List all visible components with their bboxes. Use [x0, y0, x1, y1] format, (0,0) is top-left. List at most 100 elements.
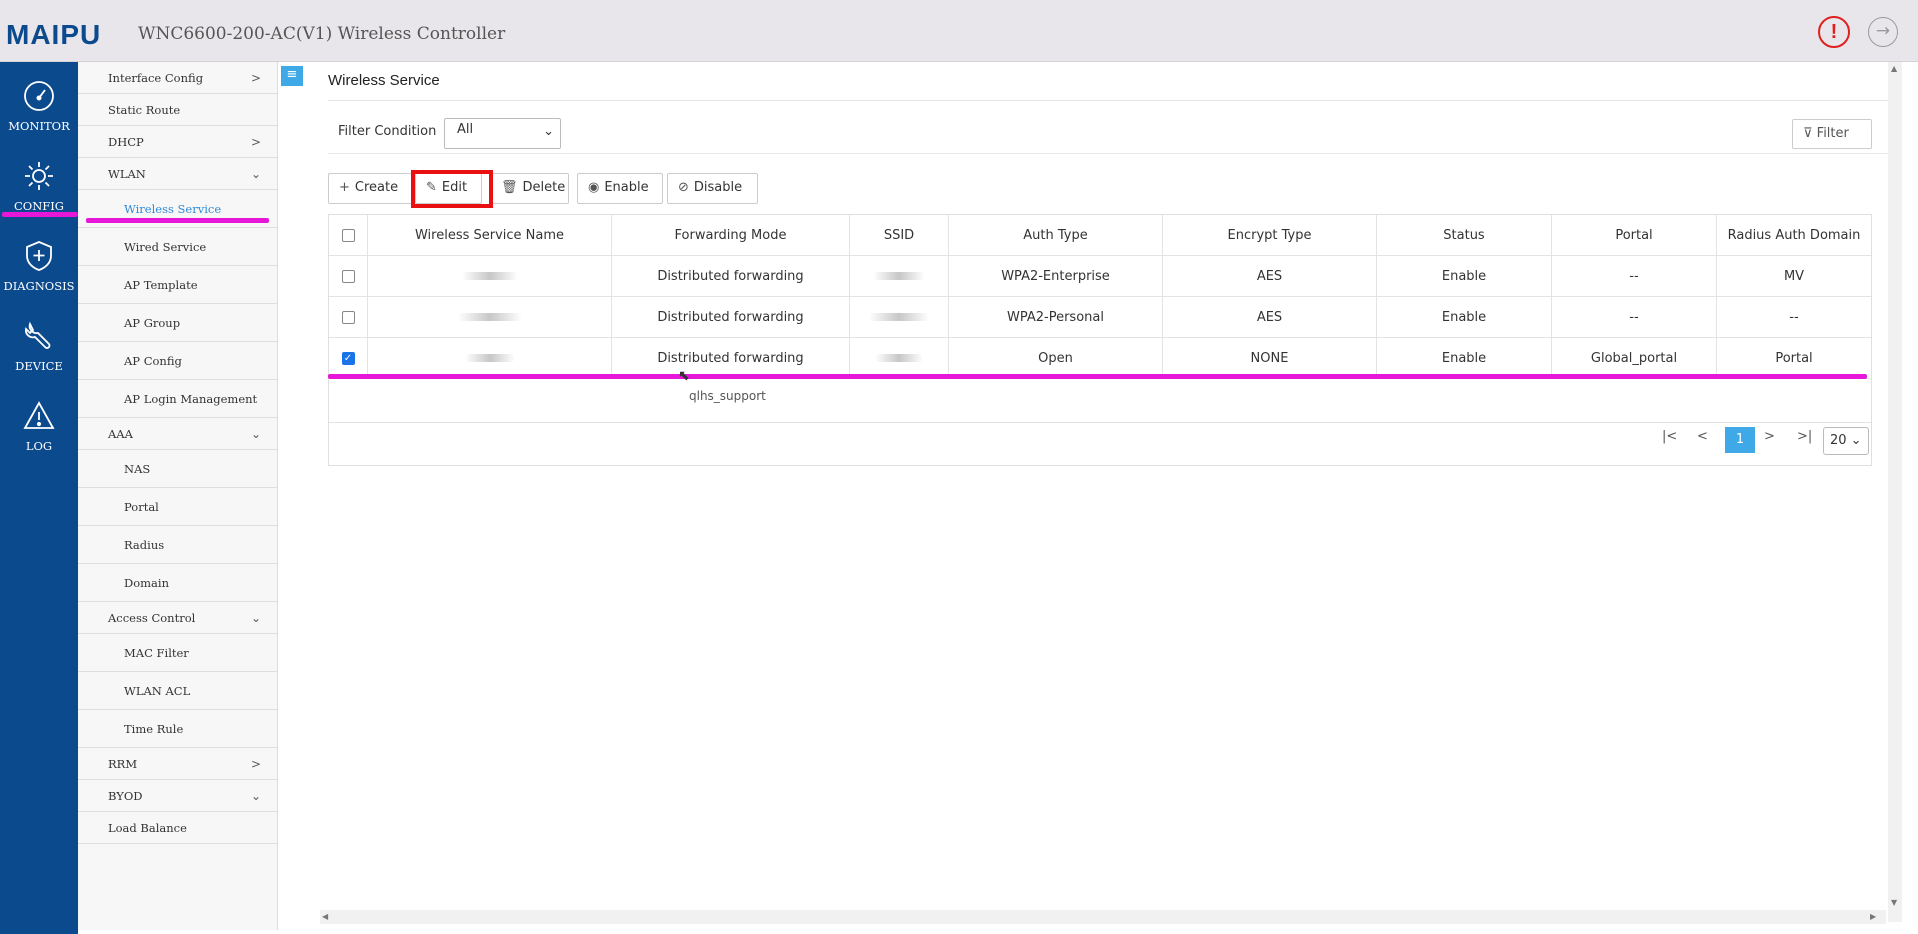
redacted-ssid [873, 272, 925, 280]
scroll-right-icon[interactable]: ▶ [1870, 912, 1876, 921]
horizontal-scrollbar[interactable]: ◀ ▶ [320, 910, 1886, 924]
submenu-ap-group[interactable]: AP Group [78, 304, 277, 342]
prev-page-button[interactable]: < [1697, 429, 1708, 444]
row-checkbox[interactable] [341, 269, 355, 283]
submenu-mac-filter[interactable]: MAC Filter [78, 634, 277, 672]
last-page-button[interactable]: >| [1797, 429, 1812, 444]
ssid-cell [850, 256, 949, 296]
header-select-cell [329, 215, 368, 255]
submenu-rrm[interactable]: RRM > [78, 748, 277, 780]
brand-text: MAIPU [6, 19, 101, 50]
submenu-access-control[interactable]: Access Control ⌄ [78, 602, 277, 634]
current-page-button[interactable]: 1 [1725, 427, 1755, 453]
wireless-service-table: Wireless Service Name Forwarding Mode SS… [328, 214, 1872, 466]
nav-device[interactable]: DEVICE [0, 307, 78, 385]
page-size-value: 20 [1830, 433, 1847, 448]
submenu-ap-config[interactable]: AP Config [78, 342, 277, 380]
column-header[interactable]: Forwarding Mode [612, 215, 850, 255]
delete-button[interactable]: 🗑 Delete [490, 173, 569, 204]
first-page-button[interactable]: |< [1662, 429, 1677, 444]
column-header[interactable]: Wireless Service Name [368, 215, 612, 255]
chevron-right-icon: > [250, 756, 261, 771]
submenu-portal[interactable]: Portal [78, 488, 277, 526]
radius-domain-cell: MV [1783, 268, 1805, 284]
page-size-select[interactable]: 20 ⌄ [1823, 427, 1869, 455]
nav-log-label: LOG [25, 439, 53, 453]
submenu-wlan[interactable]: WLAN ⌄ [78, 158, 277, 190]
submenu-ap-template[interactable]: AP Template [78, 266, 277, 304]
radius-domain-cell: Portal [1775, 350, 1813, 366]
column-header[interactable]: Portal [1552, 215, 1717, 255]
nav-diagnosis-label: DIAGNOSIS [3, 279, 75, 293]
submenu-label: MAC Filter [124, 645, 189, 660]
scroll-up-icon[interactable]: ▲ [1891, 64, 1897, 73]
submenu-byod[interactable]: BYOD ⌄ [78, 780, 277, 812]
submenu-label: Static Route [108, 102, 181, 117]
submenu-label: Load Balance [108, 820, 187, 835]
table-row-selected[interactable]: ✓ Distributed forwarding Open NONE Enabl… [329, 338, 1871, 379]
submenu-domain[interactable]: Domain [78, 564, 277, 602]
chevron-down-icon: ⌄ [250, 426, 261, 441]
row-checkbox-checked[interactable]: ✓ [341, 351, 355, 365]
row-checkbox[interactable] [341, 310, 355, 324]
table-row[interactable]: Distributed forwarding WPA2-Enterprise A… [329, 256, 1871, 297]
column-header[interactable]: Encrypt Type [1163, 215, 1377, 255]
page-title: Wireless Service [328, 72, 440, 89]
submenu-label: NAS [124, 461, 151, 476]
scroll-left-icon[interactable]: ◀ [322, 912, 328, 921]
column-header[interactable]: Status [1377, 215, 1552, 255]
next-page-button[interactable]: > [1764, 429, 1775, 444]
scroll-down-icon[interactable]: ▼ [1891, 898, 1897, 907]
vertical-scrollbar[interactable]: ▲ ▼ [1888, 62, 1902, 922]
submenu-label: AP Config [124, 353, 182, 368]
submenu-nas[interactable]: NAS [78, 450, 277, 488]
wrench-icon [25, 321, 51, 349]
portal-cell: -- [1552, 256, 1717, 296]
submenu-time-rule[interactable]: Time Rule [78, 710, 277, 748]
filter-button[interactable]: ⊽ Filter [1792, 119, 1872, 149]
config-submenu: Interface Config > Static Route DHCP > WLA… [78, 62, 278, 930]
table-row[interactable]: Distributed forwarding WPA2-Personal AES… [329, 297, 1871, 338]
submenu-radius[interactable]: Radius [78, 526, 277, 564]
chevron-down-icon: ⌄ [250, 610, 261, 625]
column-header[interactable]: Radius Auth Domain [1717, 215, 1871, 255]
submenu-label: Time Rule [124, 721, 184, 736]
select-all-checkbox[interactable] [341, 228, 355, 242]
service-name-cell [368, 256, 612, 296]
chevron-down-icon: ⌄ [250, 166, 261, 181]
disable-button[interactable]: ⊘ Disable [667, 173, 758, 204]
nav-diagnosis[interactable]: DIAGNOSIS [0, 227, 78, 305]
create-button[interactable]: + Create [328, 173, 415, 204]
auth-cell: Open [949, 338, 1163, 378]
divider [328, 153, 1888, 154]
submenu-wlan-acl[interactable]: WLAN ACL [78, 672, 277, 710]
config-highlight-underline [2, 212, 78, 217]
submenu-label: Interface Config [108, 70, 204, 85]
submenu-dhcp[interactable]: DHCP > [78, 126, 277, 158]
alert-icon[interactable]: ! [1818, 16, 1850, 48]
submenu-wired-service[interactable]: Wired Service [78, 228, 277, 266]
row-select-cell: ✓ [329, 338, 368, 378]
nav-log[interactable]: LOG [0, 387, 78, 465]
submenu-load-balance[interactable]: Load Balance [78, 812, 277, 844]
submenu-label: Domain [124, 575, 169, 590]
nav-monitor[interactable]: MONITOR [0, 67, 78, 145]
main-content: Wireless Service Filter Condition All ⌄ … [280, 62, 1900, 922]
shield-plus-icon [26, 241, 52, 271]
play-circle-icon: ◉ [588, 180, 600, 195]
submenu-ap-login-management[interactable]: AP Login Management [78, 380, 277, 418]
forwarding-cell: Distributed forwarding [612, 297, 850, 337]
nav-device-label: DEVICE [15, 359, 63, 373]
encrypt-cell: NONE [1163, 338, 1377, 378]
submenu-static-route[interactable]: Static Route [78, 94, 277, 126]
column-header[interactable]: Auth Type [949, 215, 1163, 255]
radius-domain-cell: -- [1789, 309, 1799, 325]
logout-icon[interactable]: → [1868, 17, 1898, 47]
redacted-ssid [869, 313, 929, 321]
column-header[interactable]: SSID [850, 215, 949, 255]
enable-button[interactable]: ◉ Enable [577, 173, 663, 204]
submenu-interface-config[interactable]: Interface Config > [78, 62, 277, 94]
submenu-aaa[interactable]: AAA ⌄ [78, 418, 277, 450]
filter-condition-select[interactable]: All ⌄ [444, 118, 561, 149]
submenu-label: Wired Service [124, 239, 207, 254]
